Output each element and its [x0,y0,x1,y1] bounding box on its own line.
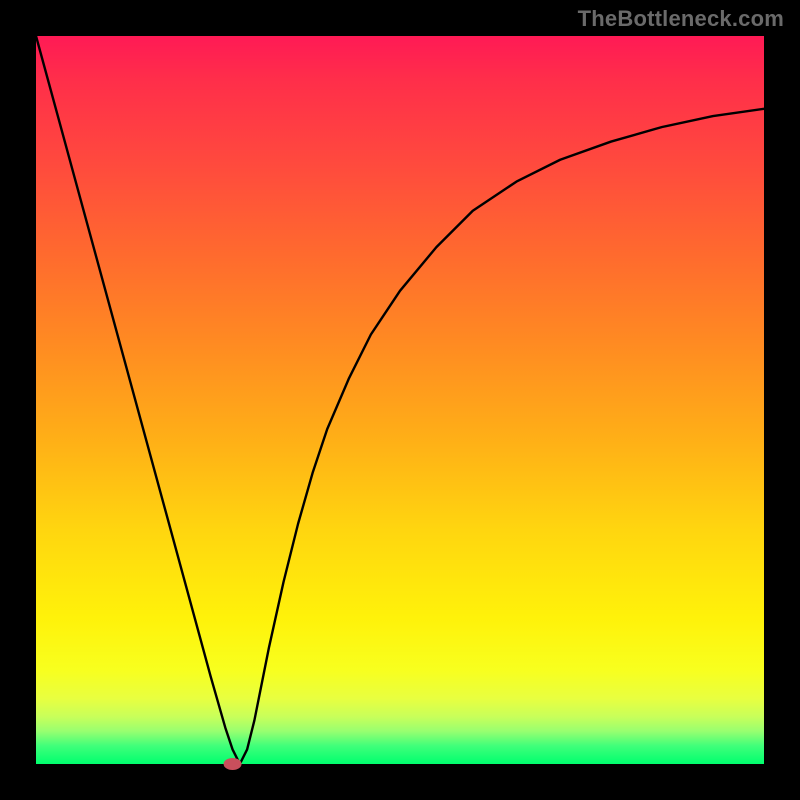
bottleneck-chart [36,36,764,764]
watermark-text: TheBottleneck.com [578,6,784,32]
min-marker [224,758,242,770]
curve-line [36,36,764,764]
plot-area [36,36,764,764]
chart-frame: TheBottleneck.com [0,0,800,800]
